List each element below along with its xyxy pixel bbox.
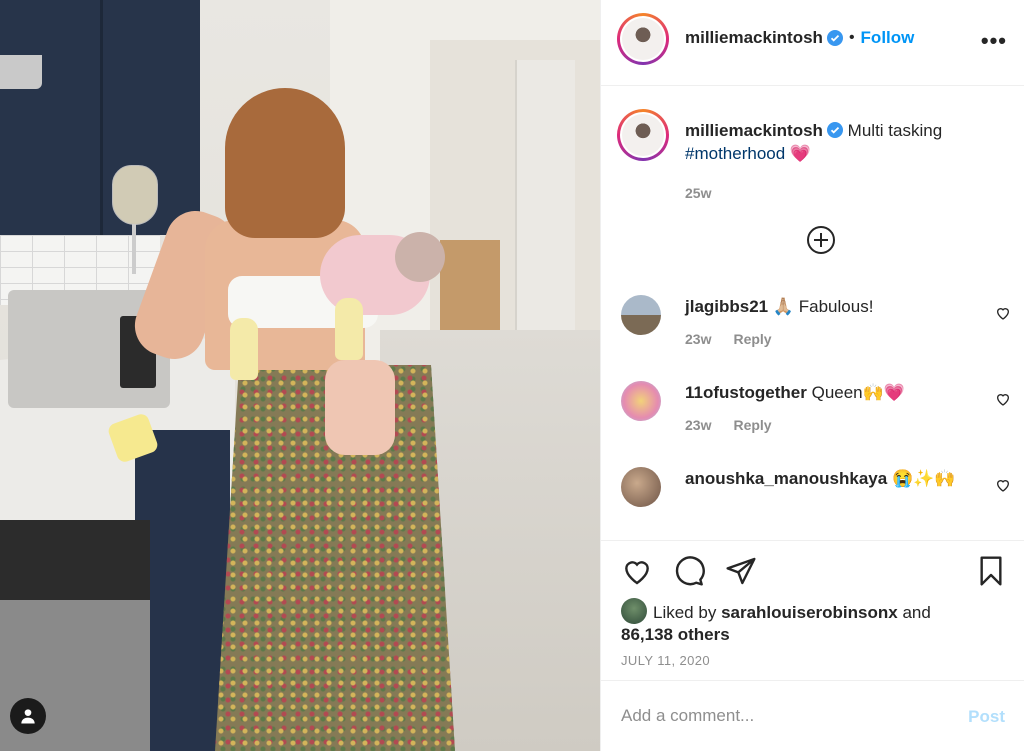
post-sidebar: milliemackintosh • Follow ••• milliemack… [600,0,1024,751]
comment-like-heart-icon[interactable] [995,391,1011,407]
comments-section[interactable]: milliemackintosh Multi tasking #motherho… [601,87,1024,540]
wine-glass-stem [132,224,136,274]
commenter-username[interactable]: 11ofustogether [685,383,807,402]
bookmark-icon[interactable] [975,555,1007,587]
breast-pump [230,318,258,380]
action-icons [621,555,757,587]
verified-badge-icon [826,122,843,138]
more-options-button[interactable]: ••• [981,28,1007,54]
post-photo[interactable] [0,0,600,751]
comment-like-heart-icon[interactable] [995,305,1011,321]
comment-body: 🙏🏼 Fabulous! [772,297,874,316]
caption-emoji: 💗 [789,144,812,163]
follow-button[interactable]: Follow [861,28,915,48]
caption-timestamp[interactable]: 25w [685,185,711,201]
comment-bubble-icon[interactable] [673,555,705,587]
liker-avatar[interactable] [621,598,647,624]
woman-hair [225,88,345,238]
post-actions: Liked by sarahlouiserobinsonx and 86,138… [601,540,1024,680]
post-header: milliemackintosh • Follow ••• [601,0,1024,86]
stairs [440,240,500,330]
comment-text: jlagibbs21 🙏🏼 Fabulous! [685,295,975,318]
verified-badge-icon [826,30,843,46]
liker-username[interactable]: sarahlouiserobinsonx [721,603,898,622]
comment-body: 😭✨🙌 [891,469,956,488]
reply-button[interactable]: Reply [733,417,771,433]
caption-body: Multi tasking [847,121,943,140]
load-more-comments-icon[interactable] [806,225,836,255]
baby-head [395,232,445,282]
stove-top [0,520,150,600]
comment-meta: 23w Reply [685,417,772,433]
post-comment-button[interactable]: Post [968,707,1005,727]
commenter-avatar[interactable] [621,467,661,507]
reply-button[interactable]: Reply [733,331,771,347]
caption-text: milliemackintosh Multi tasking #motherho… [685,119,1005,165]
comment-text: anoushka_manoushkaya 😭✨🙌 [685,467,975,490]
upper-cabinets [0,0,200,235]
person-icon [21,709,35,724]
commenter-avatar[interactable] [621,381,661,421]
commenter-avatar[interactable] [621,295,661,335]
caption-username[interactable]: milliemackintosh [685,121,823,140]
likes-conjunction: and [902,603,931,622]
range-hood [0,55,42,89]
save-bookmark[interactable] [975,555,1007,592]
commenter-username[interactable]: anoushka_manoushkaya [685,469,887,488]
comment-body: Queen🙌💗 [811,383,905,402]
author-username[interactable]: milliemackintosh [685,28,823,48]
author-info: milliemackintosh • Follow [685,28,914,48]
tagged-user-icon[interactable] [10,698,46,734]
baby-legs [325,360,395,455]
likes-summary: Liked by sarahlouiserobinsonx and 86,138… [621,598,1011,646]
post-date[interactable]: JULY 11, 2020 [621,653,710,668]
comment-timestamp[interactable]: 23w [685,417,711,433]
caption-avatar[interactable] [617,109,669,161]
like-heart-icon[interactable] [621,555,653,587]
likes-count[interactable]: 86,138 others [621,625,730,644]
wine-glass [112,165,158,225]
comment-input[interactable] [621,701,941,731]
share-paper-plane-icon[interactable] [725,555,757,587]
add-comment-bar: Post [601,680,1024,751]
comment-meta: 23w Reply [685,331,772,347]
likes-prefix: Liked by [653,603,717,622]
caption-hashtag[interactable]: #motherhood [685,144,785,163]
comment-like-heart-icon[interactable] [995,477,1011,493]
comment-text: 11ofustogether Queen🙌💗 [685,381,975,404]
comment-timestamp[interactable]: 23w [685,331,711,347]
author-avatar[interactable] [617,13,669,65]
cabinet-seam [100,0,103,235]
breast-pump [335,298,363,360]
commenter-username[interactable]: jlagibbs21 [685,297,768,316]
separator: • [848,29,855,46]
